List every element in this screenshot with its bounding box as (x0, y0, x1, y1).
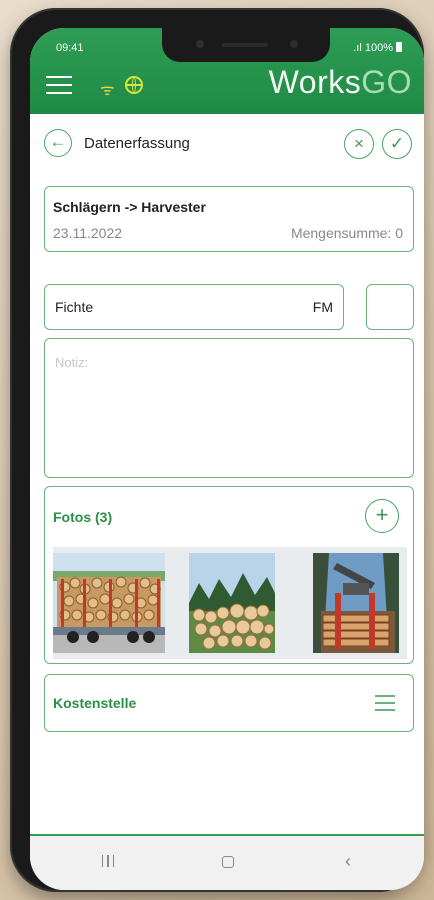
phone-notch (162, 28, 330, 62)
status-time: 09:41 (56, 42, 84, 54)
hamburger-menu-icon[interactable] (46, 76, 72, 96)
nav-back-icon[interactable]: ‹ (328, 846, 368, 876)
globe-icon (125, 76, 143, 94)
signal-icon: ᯤ (100, 82, 115, 99)
home-icon[interactable] (222, 856, 234, 868)
battery-icon (396, 42, 402, 52)
species-value: Fichte (55, 299, 94, 315)
photos-card: Fotos (3) + (44, 486, 414, 664)
signal-bars-icon: .ıl (353, 42, 365, 54)
recent-apps-icon[interactable] (88, 846, 128, 876)
list-icon (375, 695, 395, 711)
species-select[interactable]: Fichte FM (44, 284, 344, 330)
speaker-grille (222, 43, 268, 47)
photos-title: Fotos (3) (53, 509, 113, 525)
status-battery: .ıl 100% (353, 42, 402, 54)
camera-icon (196, 40, 204, 48)
page-header: ← Datenerfassung × ✓ (30, 116, 424, 178)
task-date: 23.11.2022 (53, 225, 123, 241)
photo-thumbnail-truck[interactable] (53, 553, 165, 653)
note-placeholder: Notiz: (55, 355, 89, 370)
photo-strip (53, 547, 407, 659)
system-navbar: ‹ (30, 836, 424, 890)
task-title: Schlägern -> Harvester (53, 199, 206, 215)
app-screen: 09:41 .ıl 100% ᯤ WorksGO ← Datenerfassun… (30, 28, 424, 890)
quantity-sum: Mengensumme: 0 (290, 225, 403, 241)
note-field[interactable]: Notiz: (44, 338, 414, 478)
quantity-input[interactable] (366, 284, 414, 330)
cost-center-select[interactable]: Kostenstelle (44, 674, 414, 732)
cost-center-label: Kostenstelle (53, 695, 137, 711)
phone-frame: 09:41 .ıl 100% ᯤ WorksGO ← Datenerfassun… (10, 8, 424, 892)
unit-value: FM (312, 299, 333, 315)
page-title: Datenerfassung (84, 135, 190, 152)
confirm-button[interactable]: ✓ (382, 129, 412, 159)
add-photo-button[interactable]: + (365, 499, 399, 533)
photo-thumbnail-logpile[interactable] (189, 553, 275, 653)
app-brand: WorksGO (268, 64, 412, 100)
sensor-icon (290, 40, 298, 48)
photo-thumbnail-harvester[interactable] (313, 553, 399, 653)
back-button[interactable]: ← (44, 129, 72, 157)
task-card: Schlägern -> Harvester 23.11.2022 Mengen… (44, 186, 414, 252)
cancel-button[interactable]: × (344, 129, 374, 159)
